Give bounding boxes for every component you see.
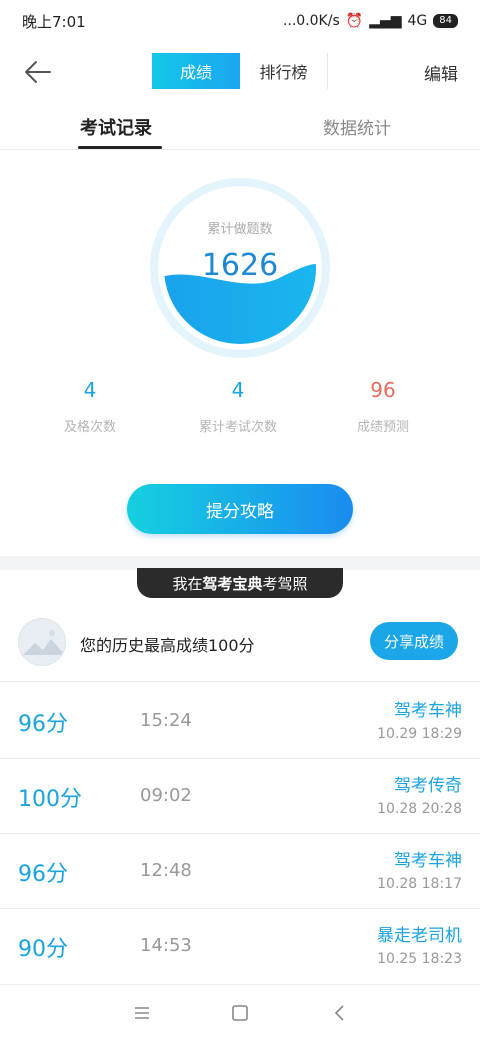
record-date: 10.29 18:29 — [377, 726, 462, 742]
best-score-row: 您的历史最高成绩100分 分享成绩 — [0, 612, 480, 682]
active-tab-indicator — [78, 146, 162, 149]
record-score: 100分 — [18, 787, 82, 812]
total-questions-label: 累计做题数 — [207, 222, 273, 237]
record-duration: 15:24 — [140, 710, 192, 731]
signal-icon: ▂▄▆ — [369, 13, 402, 29]
tab-ranking[interactable]: 排行榜 — [240, 53, 328, 89]
list-item[interactable]: 96分 15:24 驾考车神 10.29 18:29 — [0, 684, 480, 759]
home-icon — [232, 1005, 248, 1021]
record-duration: 09:02 — [140, 785, 192, 806]
chevron-left-icon — [334, 1005, 344, 1021]
arrow-left-icon — [25, 61, 51, 83]
banner-prefix: 我在 — [172, 574, 203, 593]
segment-control: 成绩 排行榜 — [152, 53, 328, 89]
list-item[interactable]: 100分 09:02 驾考传奇 10.28 20:28 — [0, 759, 480, 834]
stat-value: 4 — [231, 378, 245, 402]
record-title: 暴走老司机 — [377, 926, 462, 946]
record-score: 96分 — [18, 862, 68, 887]
total-questions-value: 1626 — [201, 248, 279, 283]
stat-label: 及格次数 — [63, 420, 116, 435]
menu-icon — [135, 1007, 149, 1019]
tab-score[interactable]: 成绩 — [152, 53, 240, 89]
status-bar: 晚上7:01 ...0.0K/s ⏰ ▂▄▆ 4G 84 — [0, 0, 480, 42]
system-nav-bar — [0, 984, 480, 1041]
list-item[interactable]: 90分 14:53 暴走老司机 10.25 18:23 — [0, 909, 480, 984]
record-score: 96分 — [18, 712, 68, 737]
promo-banner: 我在 驾考宝典 考驾照 — [137, 568, 343, 598]
banner-suffix: 考驾照 — [262, 574, 308, 593]
landscape-icon — [19, 619, 65, 665]
menu-button[interactable] — [130, 1001, 154, 1025]
network-speed: ...0.0K/s — [282, 13, 340, 29]
stat-label: 成绩预测 — [356, 420, 409, 435]
header: 成绩 排行榜 编辑 — [0, 48, 480, 96]
record-date: 10.28 20:28 — [377, 801, 462, 817]
subtabs: 考试记录 数据统计 — [0, 106, 480, 150]
network-type: 4G — [407, 13, 428, 29]
edit-button[interactable]: 编辑 — [424, 60, 458, 85]
home-button[interactable] — [228, 1001, 252, 1025]
stat-value: 4 — [83, 378, 97, 402]
record-duration: 12:48 — [140, 860, 192, 881]
avatar — [18, 618, 66, 666]
strategy-button[interactable]: 提分攻略 — [127, 484, 353, 534]
status-icons: ...0.0K/s ⏰ ▂▄▆ 4G 84 — [283, 13, 458, 29]
record-duration: 14:53 — [140, 935, 192, 956]
record-date: 10.25 18:23 — [377, 951, 462, 967]
tab-exam-records[interactable]: 考试记录 — [80, 114, 152, 140]
record-title: 驾考传奇 — [394, 776, 462, 796]
stat-value: 96 — [370, 378, 396, 402]
stat-label: 累计考试次数 — [198, 420, 277, 435]
record-date: 10.28 18:17 — [377, 876, 462, 892]
status-time: 晚上7:01 — [22, 12, 86, 31]
record-score: 90分 — [18, 937, 68, 962]
stat-pass-count: 4 及格次数 — [20, 378, 160, 435]
alarm-icon: ⏰ — [345, 13, 364, 29]
battery-icon: 84 — [433, 14, 458, 28]
back-nav-button[interactable] — [328, 1001, 352, 1025]
record-title: 驾考车神 — [394, 701, 462, 721]
banner-brand: 驾考宝典 — [202, 574, 263, 593]
share-score-button[interactable]: 分享成绩 — [370, 622, 458, 660]
back-button[interactable] — [22, 56, 54, 88]
stats-row: 4 及格次数 4 累计考试次数 96 成绩预测 — [0, 378, 480, 438]
stat-exam-count: 4 累计考试次数 — [168, 378, 308, 435]
stat-score-prediction: 96 成绩预测 — [313, 378, 453, 435]
list-item[interactable]: 96分 12:48 驾考车神 10.28 18:17 — [0, 834, 480, 909]
tab-data-stats[interactable]: 数据统计 — [323, 114, 391, 139]
record-title: 驾考车神 — [394, 851, 462, 871]
best-score-text: 您的历史最高成绩100分 — [80, 636, 255, 655]
